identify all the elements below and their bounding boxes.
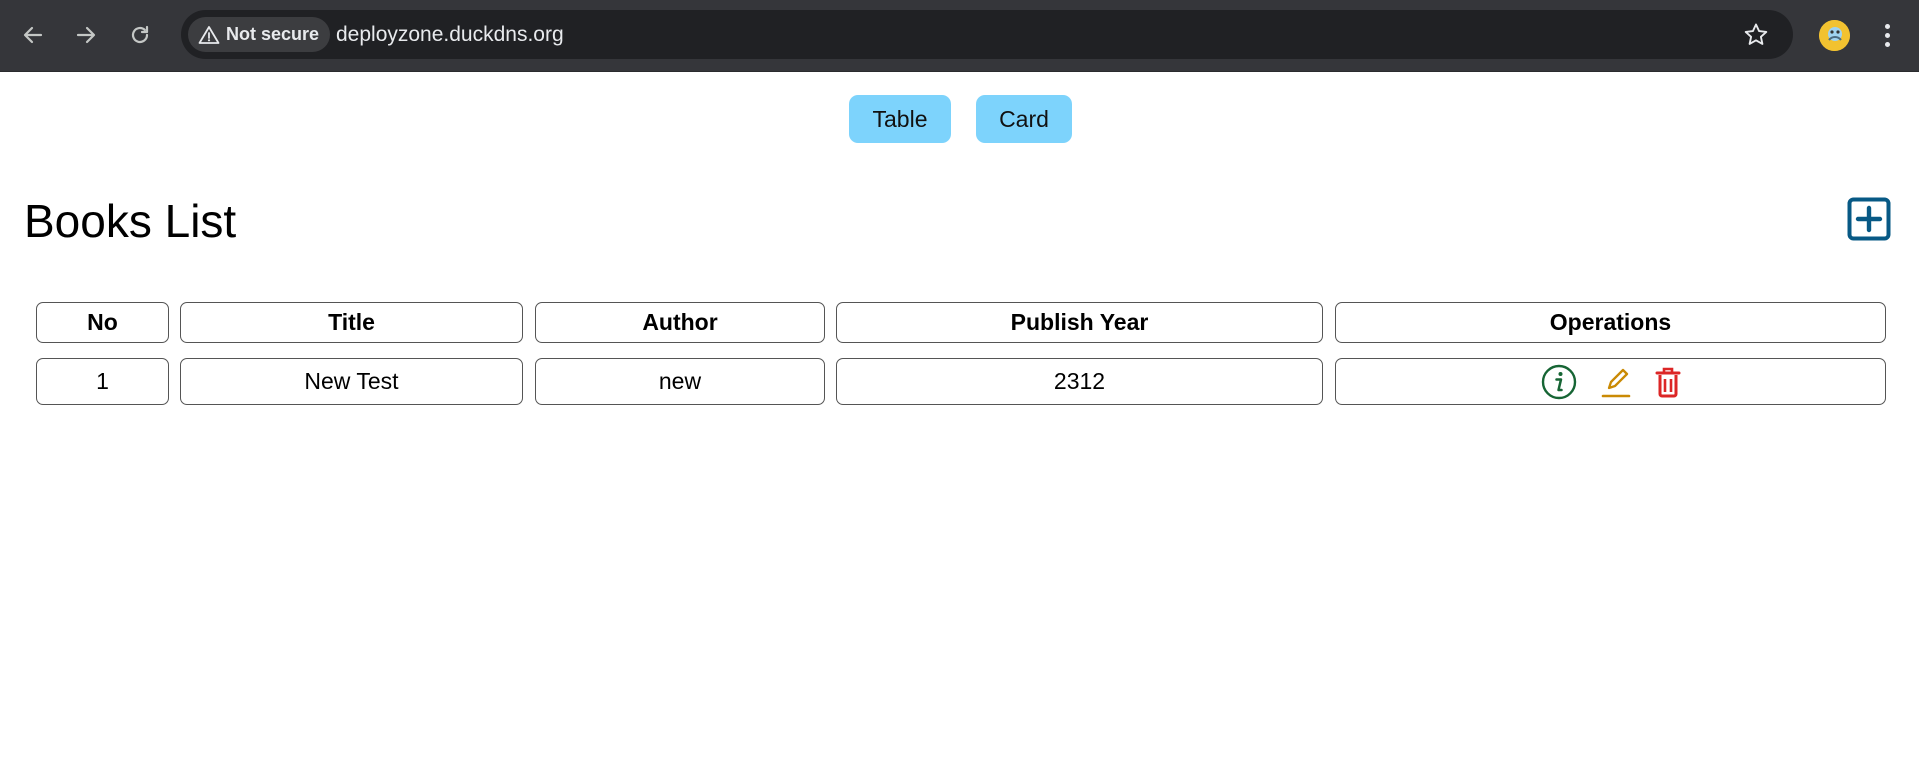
column-header-operations: Operations [1335,302,1886,343]
url-text[interactable]: deployzone.duckdns.org [336,10,564,59]
square-plus-icon [1847,197,1891,241]
security-indicator[interactable]: Not secure [188,17,331,52]
page-title: Books List [24,195,237,247]
cell-no: 1 [36,358,169,405]
cell-operations [1335,358,1886,405]
menu-dot-icon [1884,42,1890,47]
cell-author: new [535,358,825,405]
column-header-no: No [36,302,169,343]
add-book-button[interactable] [1847,197,1891,241]
reload-button[interactable] [123,18,157,52]
trash-icon[interactable] [1655,366,1681,398]
cell-publish-year: 2312 [836,358,1323,405]
column-header-title: Title [180,302,523,343]
browser-toolbar: Not secure deployzone.duckdns.org [0,0,1919,72]
browser-menu-button[interactable] [1876,20,1898,51]
card-view-button[interactable]: Card [976,95,1072,143]
bookmark-star-icon[interactable] [1743,22,1769,48]
reload-icon [131,25,149,44]
arrow-right-icon [76,26,96,44]
pencil-icon[interactable] [1600,365,1632,399]
menu-dot-icon [1884,33,1890,38]
info-circle-icon[interactable] [1541,364,1577,400]
table-view-button[interactable]: Table [849,95,951,143]
address-bar[interactable]: Not secure deployzone.duckdns.org [181,10,1793,59]
menu-dot-icon [1884,24,1890,29]
column-header-publish-year: Publish Year [836,302,1323,343]
security-label: Not secure [226,24,320,44]
arrow-left-icon [23,26,43,44]
back-button[interactable] [16,18,50,52]
profile-avatar[interactable] [1819,20,1850,51]
forward-button[interactable] [69,18,103,52]
warning-icon [198,25,220,44]
column-header-author: Author [535,302,825,343]
avatar-icon [1819,20,1850,51]
cell-title: New Test [180,358,523,405]
